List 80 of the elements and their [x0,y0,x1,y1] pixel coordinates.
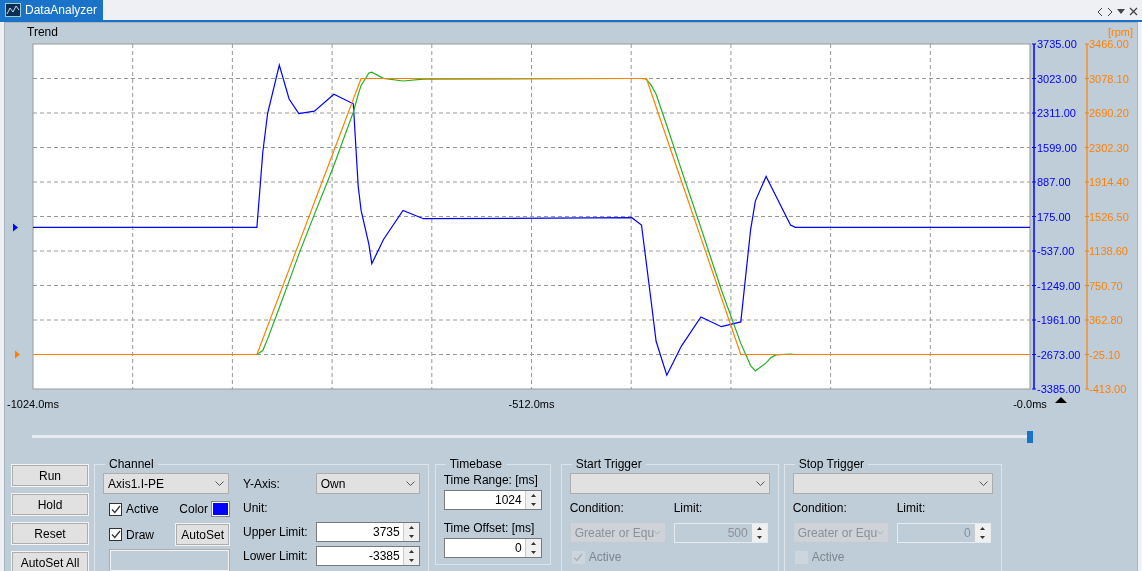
axis-tick-label: 3735.00 [1037,38,1077,50]
color-swatch[interactable] [212,502,229,516]
axis-tick-label: -2673.00 [1037,348,1081,361]
axis-tick-label: -1249.00 [1037,279,1081,292]
dropdown-caret-icon [978,481,988,486]
field-label: Limit: [896,501,926,515]
dropdown-caret-icon [215,481,224,486]
group-title: Timebase [448,457,503,471]
axis-tick-label: 3466.00 [1089,38,1129,50]
channel-marker-icon [13,223,18,232]
dropdown-icon[interactable] [1117,9,1125,14]
chart-title: Trend [27,25,58,39]
axis-tick-label: -3385.00 [1037,383,1081,395]
axis-tick-label: 2302.30 [1089,141,1129,154]
axis-tick-label: 1914.40 [1089,176,1129,188]
lower-limit-spinbox[interactable]: -3385 [315,546,420,566]
axis-tick-label: 362.80 [1089,314,1123,326]
field-label: Condition: [569,501,625,515]
action-button[interactable]: Hold [12,494,88,515]
slider-thumb[interactable] [1027,431,1033,443]
document-tab[interactable]: DataAnalyzer [0,0,104,20]
axis-tick-label: 887.00 [1037,176,1071,188]
field-label: Time Offset: [ms] [443,521,536,535]
group-title: Channel [108,457,155,471]
time-offset-spinbox[interactable]: 0 [443,538,542,558]
axis-unit: [rpm] [1108,26,1134,38]
upper-limit-spinbox[interactable]: 3735 [315,522,420,542]
axis-tick-label: 750.70 [1089,279,1123,292]
channel-dropdown[interactable]: Axis1.I-PE [103,473,229,494]
axis-tick-label: 2311.00 [1037,107,1076,119]
field-label: Unit: [243,501,268,515]
triangle-marker-icon [1055,397,1067,403]
field-label: Upper Limit: [243,525,308,539]
axis-tick-label: -537.00 [1037,245,1075,257]
axis-tick-label: -25.10 [1089,348,1121,361]
axis-tick-label: 175.00 [1037,210,1071,223]
action-button[interactable]: Reset [12,523,88,544]
checkbox-label: Active [588,550,622,564]
scroll-right-icon[interactable] [1107,7,1113,16]
color-label: Color [179,502,208,516]
field-label: Limit: [673,501,703,515]
checkbox[interactable] [109,502,122,516]
scroll-left-icon[interactable] [1097,7,1103,16]
checkbox[interactable] [109,528,122,541]
axis-tick-label: 1138.60 [1089,245,1128,257]
group-title: Start Trigger [574,457,643,471]
field-label: Y-Axis: [243,476,280,491]
axis-tick-label: 3078.10 [1089,72,1129,85]
axis-tick-label: -1961.00 [1037,314,1081,326]
dropdown-caret-icon [654,530,661,535]
axis-tick-label: 2690.20 [1089,107,1129,119]
field-label: Condition: [792,501,848,515]
channel-marker-icon [15,350,20,359]
spin-buttons[interactable] [402,523,419,541]
checkbox-label: Active [126,502,159,516]
axis-tick-label: -512.0ms [508,398,555,410]
spin-buttons[interactable] [524,491,541,509]
autoset-button[interactable]: AutoSet [176,524,229,545]
action-button[interactable]: Run [12,465,88,486]
spin-buttons[interactable] [524,539,541,557]
checkbox-label: Active [811,550,845,564]
close-icon[interactable] [1129,7,1138,16]
axis-tick-label: 1526.50 [1089,210,1129,223]
dropdown-caret-icon [755,481,765,486]
field-label: Time Range: [ms] [443,473,539,487]
y-axis-dropdown[interactable]: Own [315,473,420,494]
time-range-spinbox[interactable]: 1024 [443,490,542,510]
axis-tick-label: -0.0ms [1013,398,1047,410]
dropdown-caret-icon [405,481,415,486]
group-title: Stop Trigger [797,457,866,471]
chart-icon [5,3,21,17]
field-label: Lower Limit: [243,549,308,563]
spin-buttons[interactable] [402,547,419,565]
axis-tick-label: -413.00 [1089,383,1127,395]
axis-tick-label: 3023.00 [1037,72,1077,85]
dropdown-caret-icon [877,530,884,535]
axis-tick-label: 1599.00 [1037,141,1077,154]
action-button[interactable]: AutoSet All [12,552,88,571]
axis-tick-label: -1024.0ms [7,398,59,410]
checkbox-label: Draw [126,527,154,542]
